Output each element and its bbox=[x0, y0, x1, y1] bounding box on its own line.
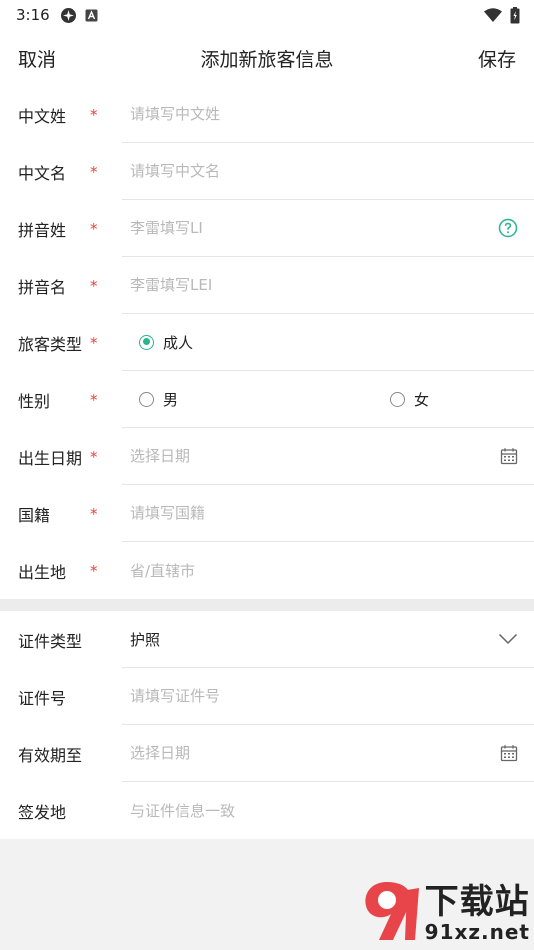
required-mark: * bbox=[90, 447, 98, 466]
radio-checked-icon bbox=[139, 334, 154, 350]
watermark: 下载站 91xz.net bbox=[357, 878, 530, 948]
save-button[interactable]: 保存 bbox=[478, 45, 516, 72]
doc-number-label: 证件号 bbox=[18, 688, 67, 708]
traveler-type-field: 成人 bbox=[122, 314, 534, 371]
py-given-label: 拼音名 bbox=[18, 277, 67, 297]
issue-place-input[interactable] bbox=[130, 801, 518, 820]
section-divider bbox=[0, 599, 534, 611]
traveler-type-radio-group: 成人 bbox=[130, 332, 518, 353]
birthplace-input[interactable] bbox=[130, 561, 518, 580]
required-mark: * bbox=[90, 390, 98, 409]
nationality-label: 国籍 bbox=[18, 505, 51, 525]
py-given-input[interactable] bbox=[130, 276, 518, 294]
required-mark: * bbox=[90, 333, 98, 352]
nationality-field bbox=[122, 485, 534, 542]
birth-date-input[interactable] bbox=[130, 447, 500, 465]
status-bar: 3:16 bbox=[0, 0, 534, 30]
required-mark: * bbox=[90, 219, 98, 238]
cn-given-field bbox=[122, 143, 534, 200]
required-mark: * bbox=[90, 162, 98, 181]
doc-type-row[interactable]: 证件类型 护照 bbox=[0, 611, 534, 668]
status-time: 3:16 bbox=[16, 6, 50, 24]
nationality-row: 国籍 * bbox=[0, 485, 534, 542]
adult-radio[interactable]: 成人 bbox=[139, 332, 193, 353]
issue-place-row: 签发地 bbox=[0, 782, 534, 839]
py-given-row: 拼音名 * bbox=[0, 257, 534, 314]
py-surname-row: 拼音姓 * bbox=[0, 200, 534, 257]
birthplace-row: 出生地 * bbox=[0, 542, 534, 599]
doc-type-select[interactable]: 护照 bbox=[130, 629, 498, 650]
nationality-input[interactable] bbox=[130, 504, 518, 522]
calendar-icon[interactable] bbox=[500, 744, 518, 762]
expiry-label: 有效期至 bbox=[18, 745, 83, 765]
doc-number-input[interactable] bbox=[130, 687, 518, 705]
cancel-button[interactable]: 取消 bbox=[18, 45, 56, 72]
document-info-section: 证件类型 护照 证件号 有效期至 签发地 bbox=[0, 611, 534, 839]
female-radio[interactable]: 女 bbox=[390, 389, 429, 410]
cn-given-label: 中文名 bbox=[18, 163, 67, 183]
calendar-icon[interactable] bbox=[500, 447, 518, 465]
expiry-row: 有效期至 bbox=[0, 725, 534, 782]
birthplace-label: 出生地 bbox=[18, 562, 67, 582]
required-mark: * bbox=[90, 276, 98, 295]
radio-unchecked-icon bbox=[390, 391, 406, 407]
gender-field: 男 女 bbox=[122, 371, 534, 428]
cn-given-input[interactable] bbox=[130, 162, 518, 180]
watermark-logo-icon bbox=[357, 878, 423, 948]
py-given-field bbox=[122, 257, 534, 314]
female-radio-label: 女 bbox=[414, 390, 430, 409]
nav-bar: 取消 添加新旅客信息 保存 bbox=[0, 30, 534, 86]
cn-surname-row: 中文姓 * bbox=[0, 86, 534, 143]
doc-type-label: 证件类型 bbox=[18, 631, 83, 651]
doc-number-field bbox=[122, 668, 534, 725]
required-mark: * bbox=[90, 105, 98, 124]
cn-surname-label: 中文姓 bbox=[18, 106, 67, 126]
cn-given-row: 中文名 * bbox=[0, 143, 534, 200]
traveler-info-section: 中文姓 * 中文名 * 拼音姓 * 拼音名 * 旅客类型 * bbox=[0, 86, 534, 599]
chevron-down-icon[interactable] bbox=[498, 633, 518, 645]
male-radio[interactable]: 男 bbox=[139, 389, 178, 410]
male-radio-label: 男 bbox=[163, 390, 179, 409]
birthplace-field bbox=[122, 542, 534, 599]
gender-row: 性别 * 男 女 bbox=[0, 371, 534, 428]
app-a-icon bbox=[85, 9, 98, 22]
game-icon bbox=[60, 7, 77, 24]
issue-place-field bbox=[122, 782, 534, 839]
required-mark: * bbox=[90, 561, 98, 580]
issue-place-label: 签发地 bbox=[18, 802, 67, 822]
help-circle-icon[interactable] bbox=[498, 218, 518, 238]
doc-number-row: 证件号 bbox=[0, 668, 534, 725]
doc-type-field: 护照 bbox=[122, 611, 534, 668]
radio-unchecked-icon bbox=[139, 391, 154, 407]
birth-date-field bbox=[122, 428, 534, 485]
required-mark: * bbox=[90, 504, 98, 523]
traveler-type-row: 旅客类型 * 成人 bbox=[0, 314, 534, 371]
expiry-field bbox=[122, 725, 534, 782]
birth-date-label: 出生日期 bbox=[18, 448, 83, 468]
py-surname-input[interactable] bbox=[130, 219, 498, 237]
py-surname-field bbox=[122, 200, 534, 257]
cn-surname-field bbox=[122, 86, 534, 143]
watermark-en: 91xz.net bbox=[424, 920, 530, 944]
cn-surname-input[interactable] bbox=[130, 105, 518, 123]
gender-radio-group: 男 女 bbox=[130, 389, 518, 410]
py-surname-label: 拼音姓 bbox=[18, 220, 67, 240]
traveler-type-label: 旅客类型 bbox=[18, 334, 83, 354]
battery-icon bbox=[510, 6, 520, 24]
birth-date-row: 出生日期 * bbox=[0, 428, 534, 485]
adult-radio-label: 成人 bbox=[163, 333, 194, 352]
gender-label: 性别 bbox=[18, 391, 51, 411]
wifi-icon bbox=[484, 8, 502, 22]
page-title: 添加新旅客信息 bbox=[200, 48, 334, 71]
watermark-cn: 下载站 bbox=[424, 882, 530, 922]
expiry-input[interactable] bbox=[130, 744, 500, 762]
